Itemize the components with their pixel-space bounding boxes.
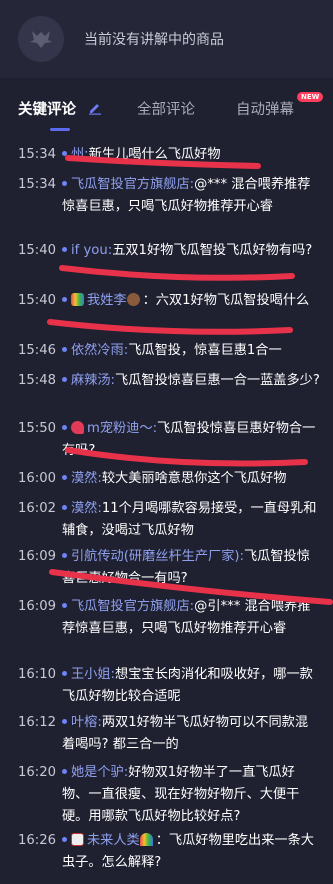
no-product-text: 当前没有讲解中的商品 (84, 32, 224, 48)
comment-time: 16:26 (18, 833, 57, 848)
comment-user[interactable]: 漠然: (71, 501, 102, 516)
comment-time: 16:10 (18, 667, 57, 682)
comment-text: 飞瓜智投，惊喜巨惠1合一 (128, 343, 282, 358)
comment-time: 15:34 (18, 147, 57, 162)
comment-text: 飞瓜智投惊喜巨惠一合一蓝盖多少? (115, 373, 320, 388)
comment-user[interactable]: 她是个驴: (71, 765, 128, 780)
comment-time: 15:50 (18, 421, 57, 436)
tab-all-comments[interactable]: 全部评论 (137, 98, 195, 119)
comment-time: 15:46 (18, 343, 57, 358)
comment-time: 15:34 (18, 177, 57, 192)
user-dot-icon (62, 552, 67, 558)
comment-time: 16:20 (18, 765, 57, 780)
new-badge: NEW (297, 92, 324, 102)
comment-user[interactable]: 我姓李 (87, 293, 127, 308)
comment-time: 15:40 (18, 293, 57, 308)
comment-text: ：六双1好物飞瓜智投喝什么 (142, 293, 310, 308)
user-dot-icon (62, 670, 67, 676)
comment-user[interactable]: 州: (71, 147, 89, 162)
comment-user[interactable]: m宠粉迪～: (87, 421, 157, 436)
user-dot-icon (62, 836, 67, 842)
comment-user[interactable]: 麻辣汤: (71, 373, 115, 388)
heart-badge-icon (71, 420, 84, 434)
comment-user[interactable]: 飞瓜智投官方旗舰店: (71, 177, 194, 192)
user-dot-icon (62, 376, 67, 382)
tab-key-comments[interactable]: 关键评论 (18, 98, 76, 119)
comment-user[interactable]: if you: (71, 243, 112, 258)
comment-time: 16:09 (18, 549, 57, 564)
comment-text: 五双1好物飞瓜智投飞瓜好物有吗? (112, 243, 313, 258)
user-dot-icon (62, 296, 67, 302)
user-dot-icon (62, 150, 67, 156)
user-dot-icon (62, 504, 67, 510)
tab-auto-danmaku[interactable]: 自动弹幕 (236, 98, 294, 119)
user-dot-icon (62, 768, 67, 774)
comment-time: 16:00 (18, 471, 57, 486)
comment-user[interactable]: 未来人类 (87, 833, 140, 848)
comment-user[interactable]: 依然冷雨: (71, 343, 128, 358)
comment-time: 16:12 (18, 715, 57, 730)
user-dot-icon (62, 246, 67, 252)
annotation-stroke (47, 319, 293, 335)
active-tab-indicator (50, 128, 70, 131)
mahjong-badge-icon (71, 832, 84, 846)
comment-time: 15:48 (18, 373, 57, 388)
user-dot-icon (62, 602, 67, 608)
comment-user[interactable]: 飞瓜智投官方旗舰店: (71, 599, 194, 614)
shop-logo-icon (18, 16, 64, 62)
cow-emoji-icon (126, 292, 140, 306)
comment-text: 较大美丽啥意思你这个飞瓜好物 (101, 471, 287, 486)
annotation-stroke (59, 265, 295, 281)
current-product-header: 当前没有讲解中的商品 (0, 0, 333, 78)
comment-time: 16:09 (18, 599, 57, 614)
comment-user[interactable]: 叶榕: (71, 715, 102, 730)
user-dot-icon (62, 180, 67, 186)
comment-user[interactable]: 引航传动(研磨丝杆生产厂家): (71, 549, 244, 564)
edit-icon[interactable] (88, 100, 102, 119)
user-dot-icon (62, 718, 67, 724)
user-dot-icon (62, 474, 67, 480)
user-dot-icon (62, 424, 67, 430)
comment-time: 15:40 (18, 243, 57, 258)
comment-time: 16:02 (18, 501, 57, 516)
rainbow-badge-icon (71, 292, 84, 306)
user-dot-icon (62, 346, 67, 352)
rainbow-emoji-icon (139, 832, 153, 846)
comment-text: 新生儿喝什么飞瓜好物 (88, 147, 221, 162)
comment-user[interactable]: 漠然: (71, 471, 102, 486)
comment-user[interactable]: 王小姐: (71, 667, 115, 682)
